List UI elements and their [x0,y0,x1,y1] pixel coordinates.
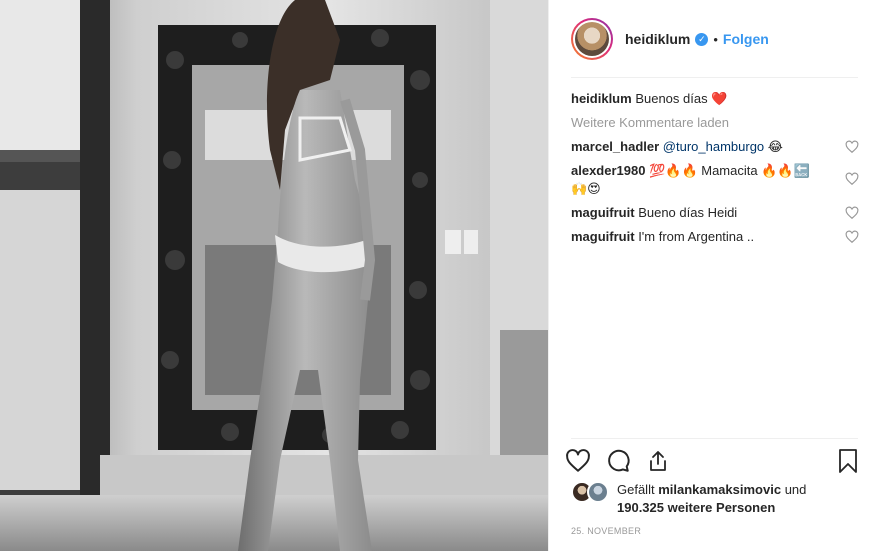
comment-username[interactable]: maguifruit [571,229,635,244]
comment-text-line2: 🙌😍 [571,181,601,196]
comment-username[interactable]: marcel_hadler [571,139,659,154]
load-more-comments-link[interactable]: Weitere Kommentare laden [571,114,861,132]
like-button[interactable] [563,446,593,476]
caption-username[interactable]: heidiklum [571,91,632,106]
header-separator: • [713,31,718,47]
post-header: heidiklum ✓ • Folgen [549,0,872,78]
avatar-image [575,22,609,56]
caption: heidiklum Buenos días ❤️ [571,90,861,108]
comment-item: maguifruit Bueno días Heidi [571,204,861,222]
comment-item: alexder1980 💯🔥🔥 Mamacita 🔥🔥🔙 🙌😍 [571,162,861,198]
follow-button[interactable]: Folgen [723,31,769,47]
photo-illustration [0,0,548,551]
likes-prefix: Gefällt [617,482,655,497]
caption-text: Buenos días [635,91,708,106]
comment-text: Bueno días Heidi [638,205,738,220]
comments-list: heidiklum Buenos días ❤️ Weitere Komment… [571,90,861,252]
comment-item: marcel_hadler @turo_hamburgo 😂 [571,138,861,156]
header-username[interactable]: heidiklum [625,31,690,47]
comment-mention[interactable]: @turo_hamburgo [663,139,764,154]
caption-emoji: ❤️ [711,91,728,106]
likes-user[interactable]: milankamaksimovic [658,482,781,497]
comment-username[interactable]: maguifruit [571,205,635,220]
comment-like-heart-icon[interactable] [845,230,859,244]
post-modal: heidiklum ✓ • Folgen heidiklum Buenos dí… [0,0,872,551]
post-actions [563,446,863,476]
save-button[interactable] [833,446,863,476]
verified-badge-icon: ✓ [695,32,709,46]
header-divider [571,77,858,78]
comment-item: maguifruit I'm from Argentina .. [571,228,861,246]
comment-like-heart-icon[interactable] [845,140,859,154]
heart-outline-icon [566,449,590,472]
likes-and: und [784,482,807,497]
comment-text: 💯🔥🔥 Mamacita 🔥🔥🔙 [649,163,810,178]
post-date[interactable]: 25. NOVEMBER [571,526,641,536]
bookmark-icon [839,449,857,473]
comment-username[interactable]: alexder1980 [571,163,645,178]
liker-avatars [571,481,611,505]
comment-text: 😂 [767,139,783,154]
post-sidebar: heidiklum ✓ • Folgen heidiklum Buenos dí… [548,0,872,551]
comment-like-heart-icon[interactable] [845,172,859,186]
speech-bubble-icon [608,449,630,472]
likes-summary: Gefällt milankamaksimovic und 190.325 we… [571,481,861,517]
share-button[interactable] [643,446,673,476]
comment-like-heart-icon[interactable] [845,206,859,220]
comment-text: I'm from Argentina .. [638,229,755,244]
avatar-inner [573,20,611,58]
share-arrow-icon [650,451,666,471]
liker-avatar[interactable] [587,481,609,503]
post-photo[interactable] [0,0,548,551]
likes-count[interactable]: 190.325 weitere Personen [617,500,775,515]
likes-text: Gefällt milankamaksimovic und 190.325 we… [617,481,806,517]
actions-divider [571,438,858,439]
profile-avatar[interactable] [571,18,613,60]
comment-button[interactable] [603,446,633,476]
